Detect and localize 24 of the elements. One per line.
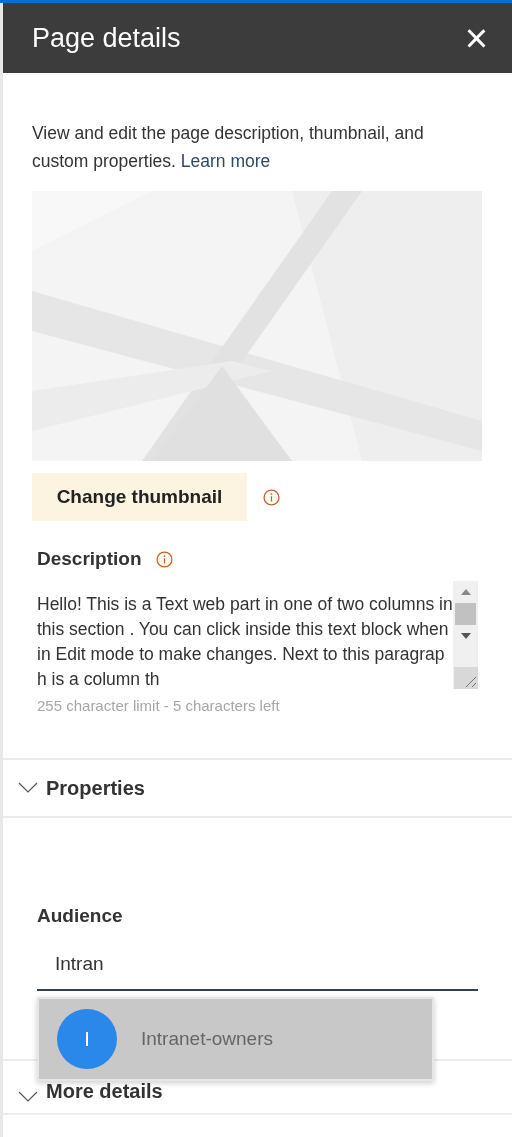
info-icon[interactable]	[155, 550, 173, 568]
scrollbar-thumb[interactable]	[455, 603, 476, 625]
change-thumbnail-button[interactable]: Change thumbnail	[32, 473, 247, 521]
description-field[interactable]: Hello! This is a Text web part in one of two columns in this section . You can click inside this text block when in Edit mode to make changes. Next to this paragraph is a column th	[37, 581, 478, 689]
panel-title: Page details	[32, 22, 181, 54]
section-header[interactable]: Properties	[3, 758, 512, 818]
scroll-down-icon[interactable]	[460, 633, 471, 639]
suggestion-name: Intranet-owners	[141, 1028, 273, 1050]
chevron-icon	[18, 782, 38, 794]
scroll-up-icon[interactable]	[460, 589, 471, 595]
section-title: More details	[46, 1080, 163, 1103]
resize-grip-icon[interactable]	[453, 667, 478, 689]
character-limit-text: 255 character limit - 5 characters left	[37, 697, 281, 714]
avatar-initial: I	[57, 1009, 117, 1069]
section-title: Properties	[46, 776, 145, 800]
audience-label: Audience	[37, 905, 124, 927]
chevron-icon	[18, 1091, 38, 1103]
learn-more-link[interactable]: Learn more	[180, 151, 271, 171]
intro-text: View and edit the page description, thumbnail, and custom properties. Learn more	[32, 122, 425, 173]
close-button[interactable]: ×	[464, 18, 488, 58]
info-icon[interactable]	[263, 488, 280, 506]
suggestion-item[interactable]: I Intranet-owners	[39, 999, 432, 1079]
description-label: Description	[37, 548, 142, 570]
section-header[interactable]: More details	[3, 1059, 512, 1115]
